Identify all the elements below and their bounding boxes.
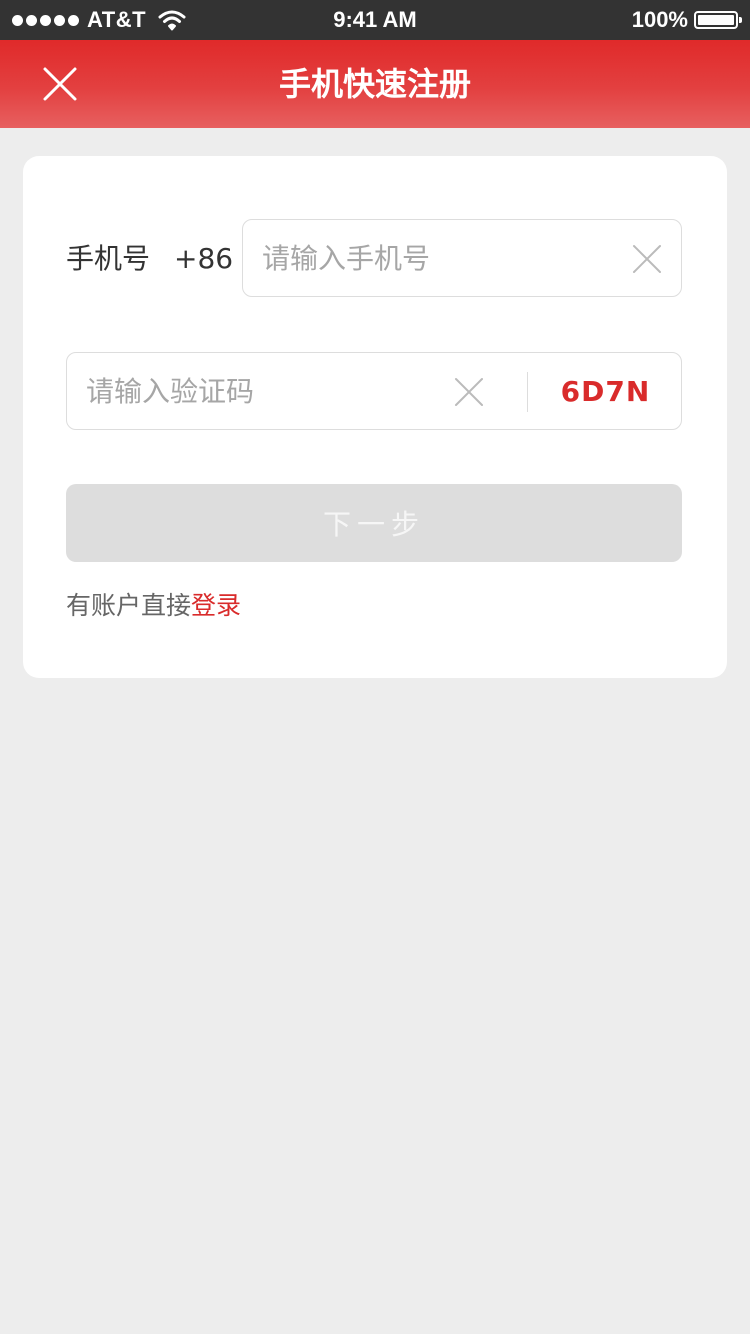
close-icon[interactable]	[40, 64, 80, 104]
battery-icon	[694, 11, 742, 29]
login-prompt-text: 有账户直接	[66, 591, 192, 620]
clear-icon[interactable]	[453, 376, 485, 408]
phone-field	[242, 219, 682, 297]
verification-code-field: 6D7N	[66, 352, 682, 430]
login-prompt-row: 有账户直接登录	[66, 588, 241, 624]
verification-code-input[interactable]	[86, 353, 436, 429]
register-card: 手机号 +86 6D7N 下一步 有账户直接登录	[23, 156, 727, 678]
login-link[interactable]: 登录	[191, 591, 241, 620]
status-bar: AT&T 9:41 AM 100%	[0, 0, 750, 40]
clear-icon[interactable]	[631, 243, 663, 275]
nav-bar: 手机快速注册	[0, 40, 750, 128]
battery-percentage: 100%	[631, 7, 688, 32]
battery-fill	[698, 15, 734, 25]
phone-label: 手机号	[66, 242, 151, 275]
country-code[interactable]: +86	[174, 220, 233, 298]
status-right: 100%	[631, 0, 742, 40]
next-button[interactable]: 下一步	[66, 484, 682, 562]
phone-input[interactable]	[262, 220, 612, 296]
battery-cap	[739, 17, 742, 23]
captcha-code[interactable]: 6D7N	[528, 353, 683, 431]
page-title: 手机快速注册	[278, 65, 471, 103]
